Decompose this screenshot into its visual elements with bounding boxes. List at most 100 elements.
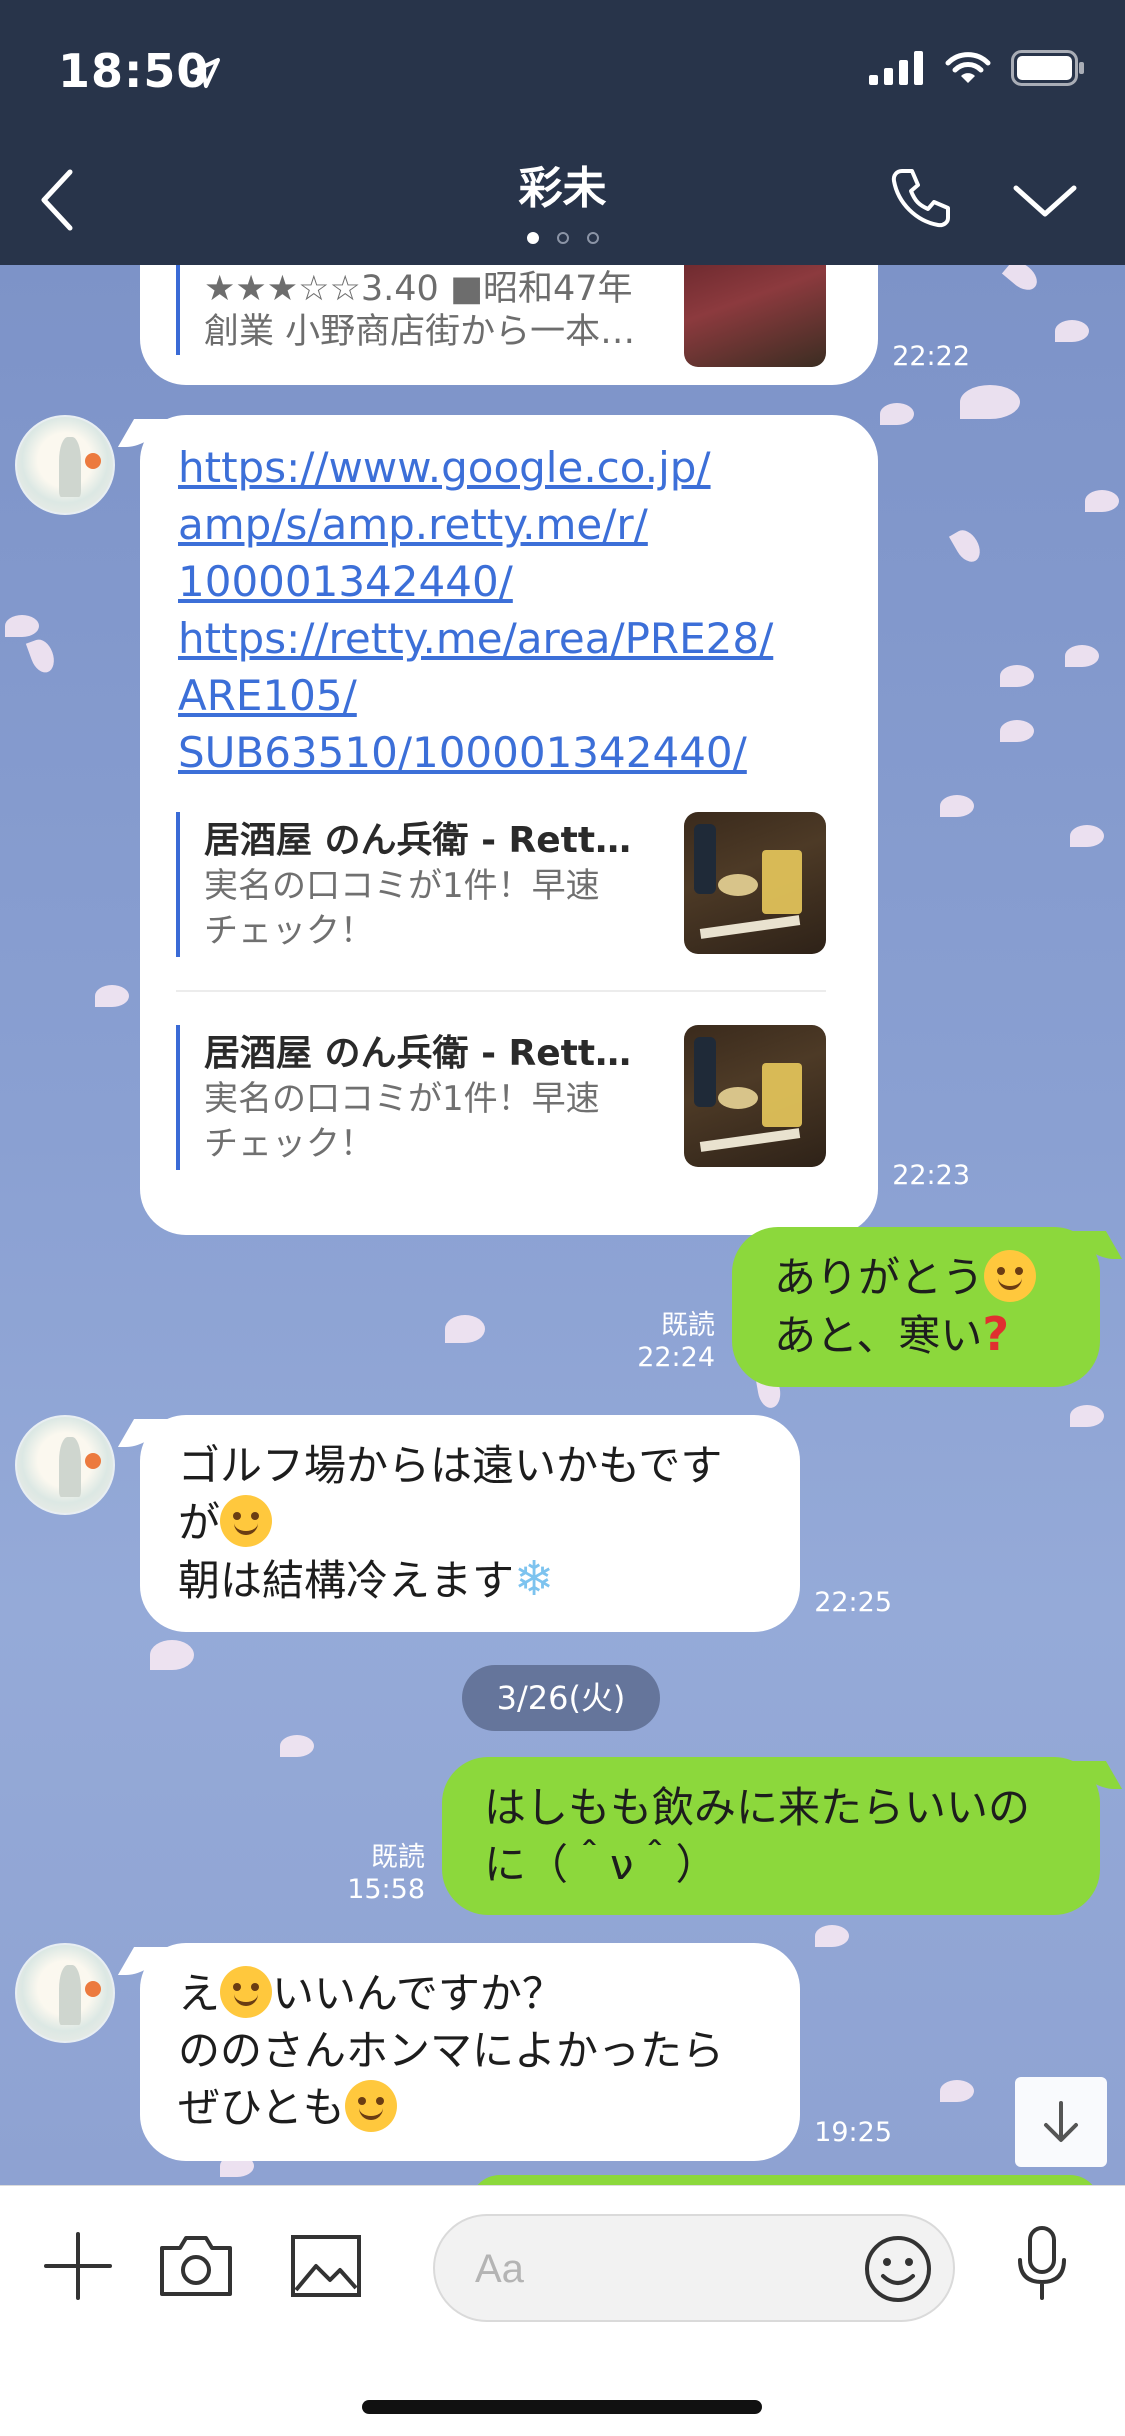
signal-icon: [869, 51, 923, 85]
microphone-icon[interactable]: [1012, 2224, 1072, 2304]
camera-icon[interactable]: [158, 2232, 234, 2298]
preview-divider: [176, 990, 826, 992]
message-line: ののさんホンマによかったら: [178, 2026, 725, 2075]
message-line: あと、寒い: [774, 1311, 983, 1360]
message-bubble-outgoing[interactable]: はしもも飲みに来たらいいの に（＾ν＾）: [442, 1757, 1100, 1915]
arrow-down-icon: [1044, 2101, 1078, 2142]
link-preview[interactable]: ★★★☆☆3.40 ■昭和47年 創業 小野商店街から一本…: [176, 265, 826, 367]
link-text[interactable]: amp/s/amp.retty.me/r/: [178, 496, 858, 553]
petal-decoration: [150, 1640, 194, 1670]
preview-description: 実名の口コミが1件！早速 チェック！: [204, 864, 674, 954]
link-preview[interactable]: 居酒屋 のん兵衛 - Rett… 実名の口コミが1件！早速 チェック！: [176, 1025, 826, 1173]
battery-icon: [1011, 50, 1084, 86]
link-text[interactable]: ARE105/: [178, 667, 858, 724]
laughing-face-icon: [344, 2080, 397, 2132]
read-receipt: 既読: [661, 1310, 715, 1341]
petal-decoration: [1065, 645, 1099, 667]
chat-title: 彩未: [518, 163, 607, 214]
petal-decoration: [940, 2080, 974, 2102]
phone-icon[interactable]: [888, 165, 954, 231]
preview-desc-line: 実名の口コミが1件！早速: [204, 1079, 600, 1119]
home-indicator: [362, 2400, 762, 2414]
message-text: え いいんですか？ ののさんホンマによかったら ぜひとも: [178, 1965, 788, 2136]
snowflake-icon: ❄: [514, 1551, 555, 1607]
page-dot: [556, 232, 569, 244]
petal-decoration: [815, 1925, 849, 1947]
preview-desc-line: チェック！: [204, 1124, 374, 1164]
petal-decoration: [445, 1315, 485, 1343]
message-time: 22:22: [892, 341, 970, 372]
link-text[interactable]: SUB63510/100001342440/: [178, 724, 858, 781]
message-line: 朝は結構冷えます: [178, 1556, 515, 1605]
status-time: 18:50: [58, 44, 210, 98]
petal-decoration: [1001, 265, 1043, 296]
petal-decoration: [1000, 665, 1034, 687]
message-bubble[interactable]: ゴルフ場からは遠いかもです が 朝は結構冷えます❄: [140, 1415, 800, 1632]
link-text[interactable]: https://www.google.co.jp/: [178, 439, 858, 496]
petal-decoration: [1085, 490, 1119, 512]
message-bubble-outgoing[interactable]: [470, 2175, 1100, 2185]
petal-decoration: [940, 795, 974, 817]
read-receipt: 既読: [371, 1842, 425, 1873]
message-line: が: [178, 1498, 221, 1547]
link-text[interactable]: 100001342440/: [178, 553, 858, 610]
preview-accent-bar: [176, 265, 180, 355]
message-bubble-outgoing[interactable]: ありがとう あと、寒い?: [732, 1227, 1100, 1387]
message-input[interactable]: [433, 2214, 955, 2322]
chevron-down-icon[interactable]: [1010, 180, 1080, 220]
preview-description: 実名の口コミが1件！早速 チェック！: [204, 1077, 674, 1167]
message-text: はしもも飲みに来たらいいの に（＾ν＾）: [484, 1779, 1084, 1893]
petal-decoration: [5, 615, 39, 637]
preview-desc-line: 実名の口コミが1件！早速: [204, 866, 600, 906]
preview-accent-bar: [176, 812, 180, 957]
message-bubble[interactable]: https://www.google.co.jp/ amp/s/amp.rett…: [140, 415, 878, 1235]
image-icon[interactable]: [290, 2234, 362, 2298]
link-preview[interactable]: 居酒屋 のん兵衛 - Rett… 実名の口コミが1件！早速 チェック！: [176, 812, 826, 960]
petal-decoration: [280, 1735, 314, 1757]
emoji-icon[interactable]: [863, 2234, 933, 2304]
message-line: え: [178, 1969, 221, 2018]
petal-decoration: [95, 985, 129, 1007]
message-time: 19:25: [814, 2117, 892, 2148]
location-arrow-icon: [190, 58, 220, 88]
avatar[interactable]: [15, 1943, 115, 2043]
preview-thumbnail: [684, 1025, 826, 1167]
page-dot: [586, 232, 599, 244]
message-time: 22:25: [814, 1587, 892, 1618]
message-bubble[interactable]: え いいんですか？ ののさんホンマによかったら ぜひとも: [140, 1943, 800, 2161]
petal-decoration: [880, 403, 914, 425]
page-indicator: [0, 232, 1125, 244]
petal-decoration: [25, 636, 59, 676]
avatar[interactable]: [15, 415, 115, 515]
page-dot: [526, 232, 539, 244]
message-text: ゴルフ場からは遠いかもです が 朝は結構冷えます❄: [178, 1437, 788, 1609]
message-line: に（＾ν＾）: [484, 1840, 718, 1889]
preview-thumbnail: [684, 812, 826, 954]
petal-decoration: [1055, 320, 1089, 342]
preview-desc-line: チェック！: [204, 911, 374, 951]
link-list: https://www.google.co.jp/ amp/s/amp.rett…: [178, 439, 858, 781]
plus-icon[interactable]: [40, 2228, 116, 2304]
preview-thumbnail: [684, 265, 826, 367]
petal-decoration: [948, 525, 986, 567]
petal-decoration: [1070, 825, 1104, 847]
message-input-bar: [0, 2185, 1125, 2436]
preview-rating: ★★★☆☆3.40 ■昭和47年: [204, 269, 633, 309]
petal-decoration: [1070, 1405, 1104, 1427]
preview-title: 居酒屋 のん兵衛 - Rett…: [204, 820, 632, 861]
top-bar: 18:50 彩未: [0, 0, 1125, 265]
avatar[interactable]: [15, 1415, 115, 1515]
link-text[interactable]: https://retty.me/area/PRE28/: [178, 610, 858, 667]
scroll-to-bottom-button[interactable]: [1015, 2077, 1107, 2167]
preview-accent-bar: [176, 1025, 180, 1170]
message-text-field[interactable]: [475, 2244, 775, 2294]
chat-area[interactable]: ★★★☆☆3.40 ■昭和47年 創業 小野商店街から一本… 22:22 htt…: [0, 265, 1125, 2185]
grinning-sweat-icon: [220, 1495, 273, 1547]
preview-description: 創業 小野商店街から一本…: [204, 312, 636, 352]
message-line: いいんですか？: [272, 1969, 564, 2018]
message-bubble[interactable]: ★★★☆☆3.40 ■昭和47年 創業 小野商店街から一本…: [140, 265, 878, 385]
message-line: ぜひとも: [178, 2083, 345, 2132]
message-time: 15:58: [347, 1874, 425, 1905]
flushed-face-icon: [220, 1966, 273, 2018]
message-line: ゴルフ場からは遠いかもです: [178, 1441, 723, 1490]
